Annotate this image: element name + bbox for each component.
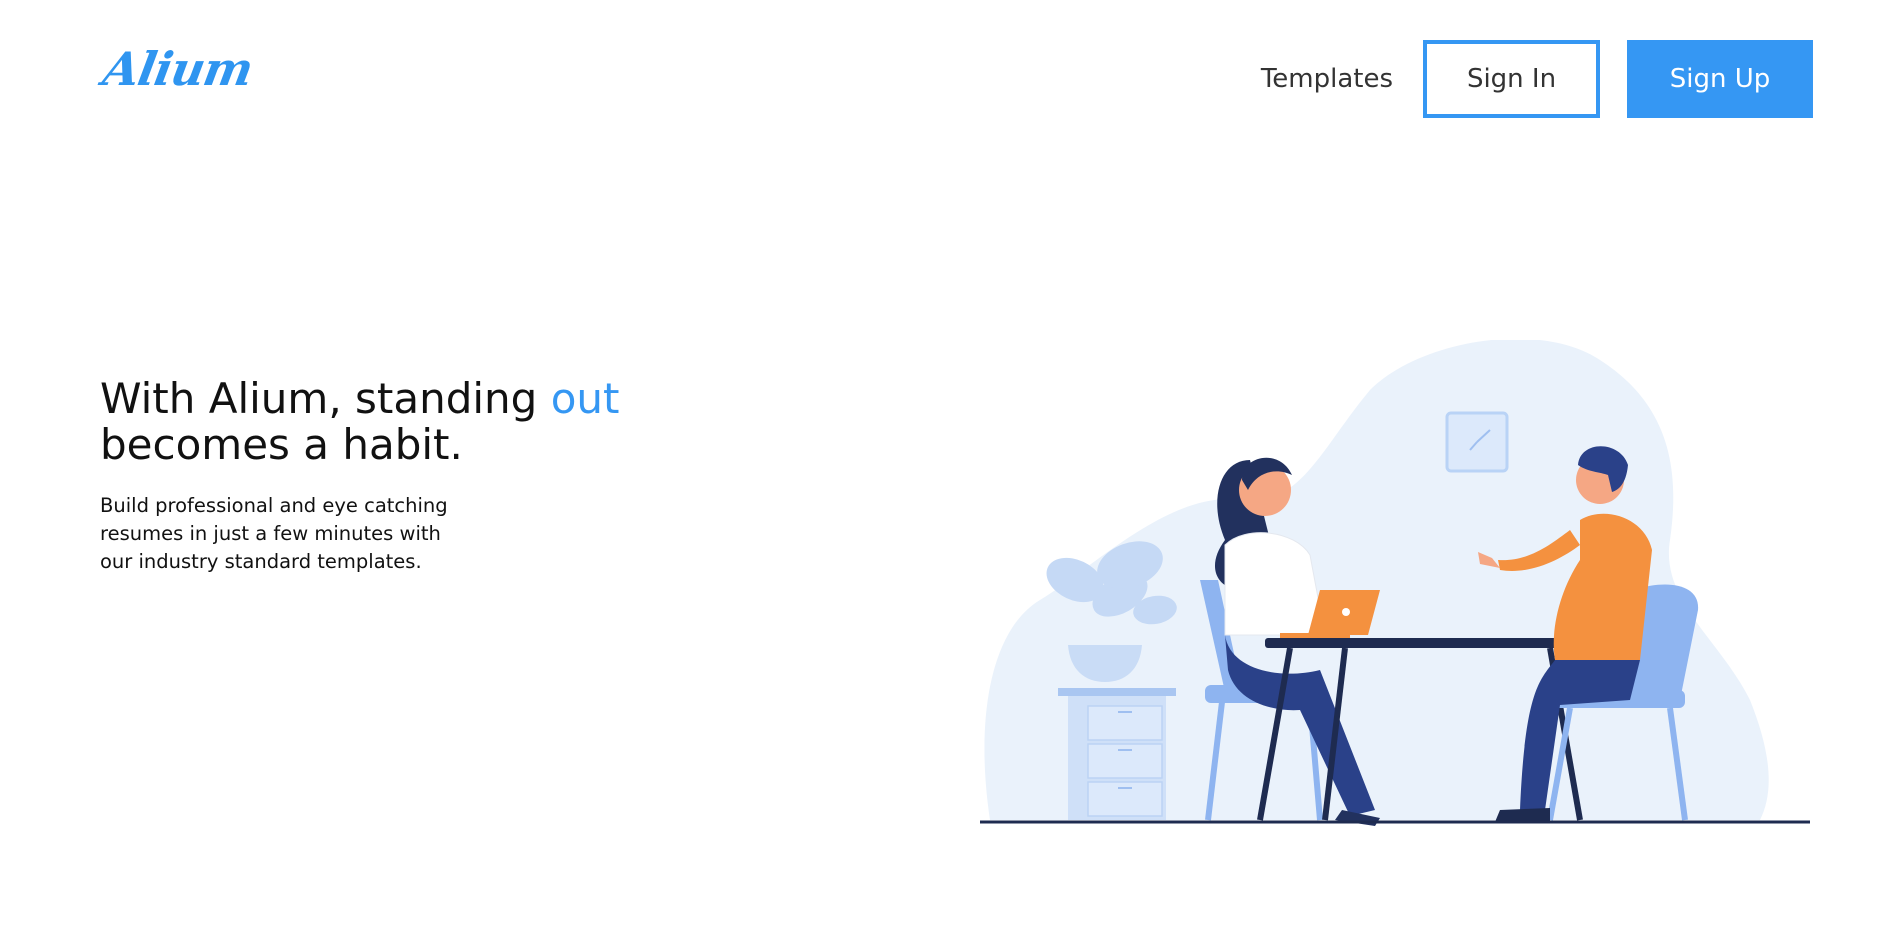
hero-headline: With Alium, standing out becomes a habit. — [100, 376, 660, 468]
drawer-cabinet — [1058, 688, 1176, 820]
main-nav: Templates Sign In Sign Up — [1261, 40, 1813, 118]
two-people-meeting-illustration — [980, 338, 1810, 830]
hero-headline-part1: With Alium, standing — [100, 374, 551, 423]
hero-headline-accent: out — [550, 374, 620, 423]
brand-logo[interactable]: Alium — [99, 42, 256, 96]
sign-up-button[interactable]: Sign Up — [1627, 40, 1813, 118]
hero-headline-part2: becomes a habit. — [100, 420, 463, 469]
sign-in-button[interactable]: Sign In — [1423, 40, 1600, 118]
wall-clock-icon — [1445, 411, 1509, 473]
nav-link-templates[interactable]: Templates — [1261, 64, 1393, 94]
hero-description: Build professional and eye catching resu… — [100, 494, 448, 573]
landing-page: Alium Templates Sign In Sign Up With Ali… — [0, 0, 1895, 928]
site-header: Alium Templates Sign In Sign Up — [0, 0, 1895, 160]
meeting-illustration-svg — [980, 338, 1810, 826]
